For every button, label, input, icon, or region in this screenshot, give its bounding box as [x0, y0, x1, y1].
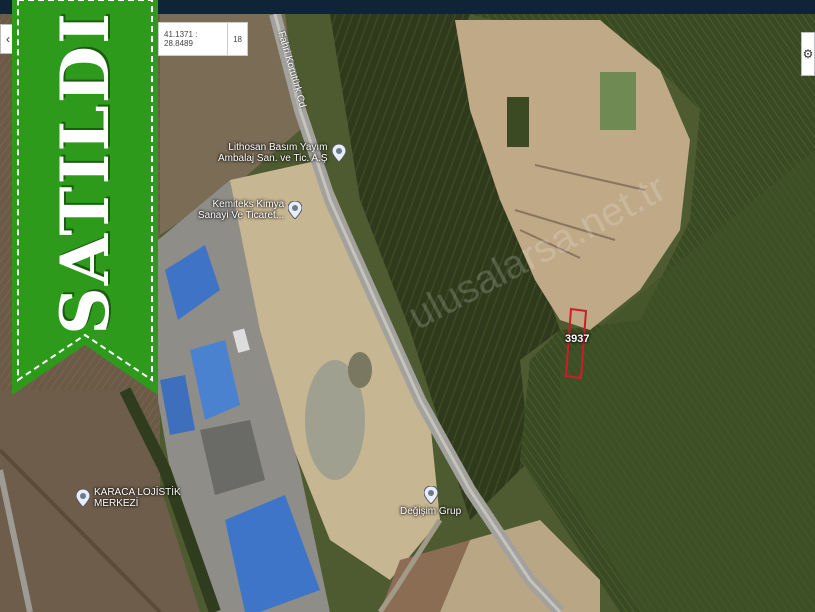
- coordinates-text: 41.1371 : 28.8489: [164, 30, 198, 48]
- gear-icon: ⚙: [802, 47, 814, 61]
- map-pin-icon: [288, 201, 303, 219]
- map-pin-icon: [76, 489, 90, 507]
- sold-banner-label: SATILDI: [12, 0, 158, 345]
- map-pin-icon: [331, 144, 346, 162]
- poi-degisim[interactable]: Değişim Grup: [400, 486, 461, 517]
- chevron-left-icon: ‹: [6, 32, 10, 46]
- poi-karaca[interactable]: KARACA LOJİSTİK MERKEZİ: [76, 487, 181, 509]
- zoom-level: 18: [227, 23, 247, 55]
- coordinate-readout: 41.1371 : 28.8489 18: [158, 22, 248, 56]
- poi-lithosan[interactable]: Lithosan Basım Yayım Ambalaj San. ve Tic…: [218, 142, 346, 164]
- poi-label: Lithosan Basım Yayım Ambalaj San. ve Tic…: [218, 142, 328, 164]
- poi-kemiteks[interactable]: Kemiteks Kimya Sanayi Ve Ticaret...: [198, 199, 303, 221]
- map-pin-icon: [423, 486, 438, 504]
- poi-label: Kemiteks Kimya Sanayi Ve Ticaret...: [198, 199, 285, 221]
- banner-text: SATILDI: [46, 10, 125, 335]
- poi-label: KARACA LOJİSTİK MERKEZİ: [94, 487, 181, 509]
- settings-button[interactable]: ⚙: [801, 32, 815, 76]
- poi-label: Değişim Grup: [400, 506, 462, 517]
- parcel-number: 3937: [565, 333, 590, 345]
